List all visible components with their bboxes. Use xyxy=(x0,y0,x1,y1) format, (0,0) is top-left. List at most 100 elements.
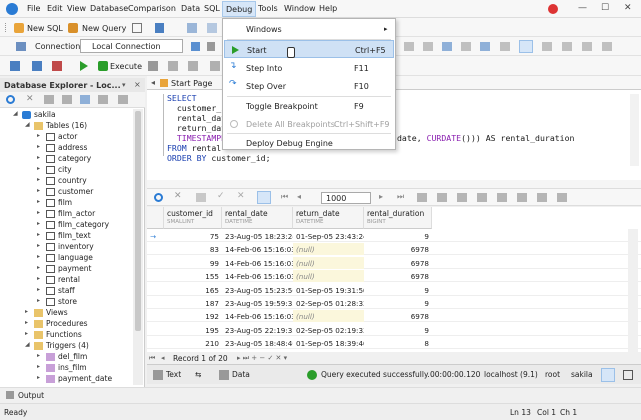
table-cell[interactable]: 210 xyxy=(164,337,222,349)
case-icon[interactable] xyxy=(480,42,490,51)
table-cell[interactable]: 01-Sep-05 18:39:40 xyxy=(293,337,364,349)
explorer-close-icon[interactable]: × xyxy=(134,80,141,89)
tree-filter-icon[interactable] xyxy=(98,95,108,104)
table-cell[interactable]: 23-Aug-05 22:19:33 xyxy=(222,324,293,336)
format-icon-3[interactable] xyxy=(442,42,452,51)
notification-icon[interactable] xyxy=(548,4,558,14)
table-cell[interactable]: 165 xyxy=(164,284,222,296)
run-icon[interactable] xyxy=(80,61,88,71)
table-cell[interactable]: 14-Feb-06 15:16:03 xyxy=(222,243,293,255)
table-cell[interactable]: 8 xyxy=(364,337,432,349)
table-row[interactable]: 187 23-Aug-05 19:59:33 02-Sep-05 01:28:33 9 xyxy=(147,297,641,309)
output-panel-tab[interactable]: Output xyxy=(0,387,641,402)
menu-file[interactable]: File xyxy=(27,4,40,13)
new-sql-button[interactable]: New SQL xyxy=(27,24,63,33)
expand-icon[interactable]: ▸ xyxy=(37,209,40,216)
table-cell[interactable]: 23-Aug-05 18:48:40 xyxy=(222,337,293,349)
table-cell[interactable]: 23-Aug-05 18:23:24 xyxy=(222,230,293,242)
table-cell[interactable]: 02-Sep-05 02:19:33 xyxy=(293,324,364,336)
grid-cancel-icon[interactable]: ✕ xyxy=(174,191,182,201)
expand-icon[interactable]: ▸ xyxy=(37,154,40,161)
table-cell[interactable]: 9 xyxy=(364,297,432,309)
expand-icon[interactable]: ▸ xyxy=(37,187,40,194)
stop-icon[interactable] xyxy=(52,61,62,71)
table-cell[interactable]: 99 xyxy=(164,257,222,269)
expand-icon[interactable]: ◢ xyxy=(25,341,30,348)
expand-icon[interactable]: ▸ xyxy=(37,242,40,249)
menu-item-windows[interactable]: Windows ▸ xyxy=(224,20,394,38)
table-row[interactable]: → 75 23-Aug-05 18:23:24 01-Sep-05 23:43:24 9 xyxy=(147,230,641,242)
expand-icon[interactable]: ◢ xyxy=(25,121,30,128)
print-icon[interactable] xyxy=(477,193,487,202)
menu-view[interactable]: View xyxy=(67,4,86,13)
column-header-return-date[interactable]: return_date DATETIME xyxy=(293,207,364,229)
expand-icon[interactable]: ▸ xyxy=(25,308,28,315)
expand-icon[interactable]: ▸ xyxy=(37,143,40,150)
grid-mode-icon[interactable] xyxy=(437,193,447,202)
options-icon[interactable] xyxy=(118,95,128,104)
grid-insert-icon[interactable] xyxy=(196,193,206,202)
open-icon[interactable] xyxy=(132,23,142,33)
switch-view-icon[interactable]: ⇆ xyxy=(195,370,201,379)
menu-item-step-over[interactable]: ↷ Step Over F10 xyxy=(224,77,394,95)
menu-sql[interactable]: SQL xyxy=(204,4,220,13)
expand-icon[interactable]: ▸ xyxy=(25,330,28,337)
column-header-rental-duration[interactable]: rental_duration BIGINT xyxy=(364,207,432,229)
tab-scroll-icon[interactable]: ◂ xyxy=(151,78,155,87)
config-icon[interactable] xyxy=(187,23,197,33)
expand-icon[interactable]: ▸ xyxy=(37,165,40,172)
expand-icon[interactable]: ◢ xyxy=(13,110,18,117)
save-icon[interactable] xyxy=(155,23,164,33)
table-cell[interactable]: 6978 xyxy=(364,310,432,322)
profile-icon[interactable] xyxy=(188,61,198,71)
card-mode-icon[interactable] xyxy=(457,193,467,202)
expand-icon[interactable]: ▸ xyxy=(37,231,40,238)
table-cell[interactable]: 9 xyxy=(364,324,432,336)
menu-database[interactable]: Database xyxy=(90,4,128,13)
table-cell[interactable]: 02-Sep-05 01:28:33 xyxy=(293,297,364,309)
tab-start-page[interactable]: Start Page xyxy=(171,79,212,88)
table-cell[interactable]: 9 xyxy=(364,230,432,242)
grid-scrollbar[interactable] xyxy=(628,229,638,352)
table-cell[interactable]: 6978 xyxy=(364,257,432,269)
expand-icon[interactable]: ▸ xyxy=(25,319,28,326)
column-header-rental-date[interactable]: rental_date DATETIME xyxy=(222,207,293,229)
menu-edit[interactable]: Edit xyxy=(47,4,63,13)
explorer-scrollbar[interactable] xyxy=(133,109,143,385)
menu-data[interactable]: Data xyxy=(181,4,200,13)
maximize-icon[interactable]: ☐ xyxy=(601,3,609,13)
pivot-icon[interactable] xyxy=(497,193,507,202)
expand-icon[interactable]: ▸ xyxy=(37,264,40,271)
expand-icon[interactable]: ▸ xyxy=(37,352,40,359)
table-cell[interactable]: 14-Feb-06 15:16:03 xyxy=(222,257,293,269)
table-cell[interactable]: 9 xyxy=(364,284,432,296)
prev-page-icon[interactable]: ◂ xyxy=(297,192,301,201)
save-all-icon[interactable] xyxy=(32,61,42,71)
panel-split-icon[interactable] xyxy=(623,370,633,380)
chart-icon[interactable] xyxy=(517,193,527,202)
table-cell[interactable]: (null) xyxy=(293,256,364,269)
expand-icon[interactable]: ▸ xyxy=(37,253,40,260)
menu-tools[interactable]: Tools xyxy=(258,4,278,13)
menu-window[interactable]: Window xyxy=(284,4,316,13)
expand-icon[interactable]: ▸ xyxy=(37,132,40,139)
splitter[interactable] xyxy=(147,180,641,188)
pager-prev-icon[interactable]: ◂ xyxy=(161,354,165,362)
filter-icon[interactable] xyxy=(62,95,72,104)
menu-item-toggle-breakpoint[interactable]: Toggle Breakpoint F9 xyxy=(224,97,394,115)
report-icon[interactable] xyxy=(557,193,567,202)
table-cell[interactable]: 23-Aug-05 15:23:50 xyxy=(222,284,293,296)
panel-layout-icon[interactable] xyxy=(601,368,615,382)
table-row[interactable]: 165 23-Aug-05 15:23:50 01-Sep-05 19:31:50 9 xyxy=(147,284,641,296)
table-row[interactable]: 195 23-Aug-05 22:19:33 02-Sep-05 02:19:33 9 xyxy=(147,324,641,336)
edit-icon[interactable] xyxy=(80,95,90,104)
table-cell[interactable]: 187 xyxy=(164,297,222,309)
new-query-button[interactable]: New Query xyxy=(82,24,126,33)
settings-icon[interactable] xyxy=(537,193,547,202)
column-header-customer-id[interactable]: customer_id SMALLINT xyxy=(164,207,222,229)
table-cell[interactable]: (null) xyxy=(293,243,364,256)
grid-refresh-icon[interactable] xyxy=(154,193,163,202)
pin-icon[interactable]: ▾ xyxy=(122,81,126,89)
table-cell[interactable]: 01-Sep-05 23:43:24 xyxy=(293,230,364,242)
table-row[interactable]: 192 14-Feb-06 15:16:03 (null) 6978 xyxy=(147,310,641,323)
